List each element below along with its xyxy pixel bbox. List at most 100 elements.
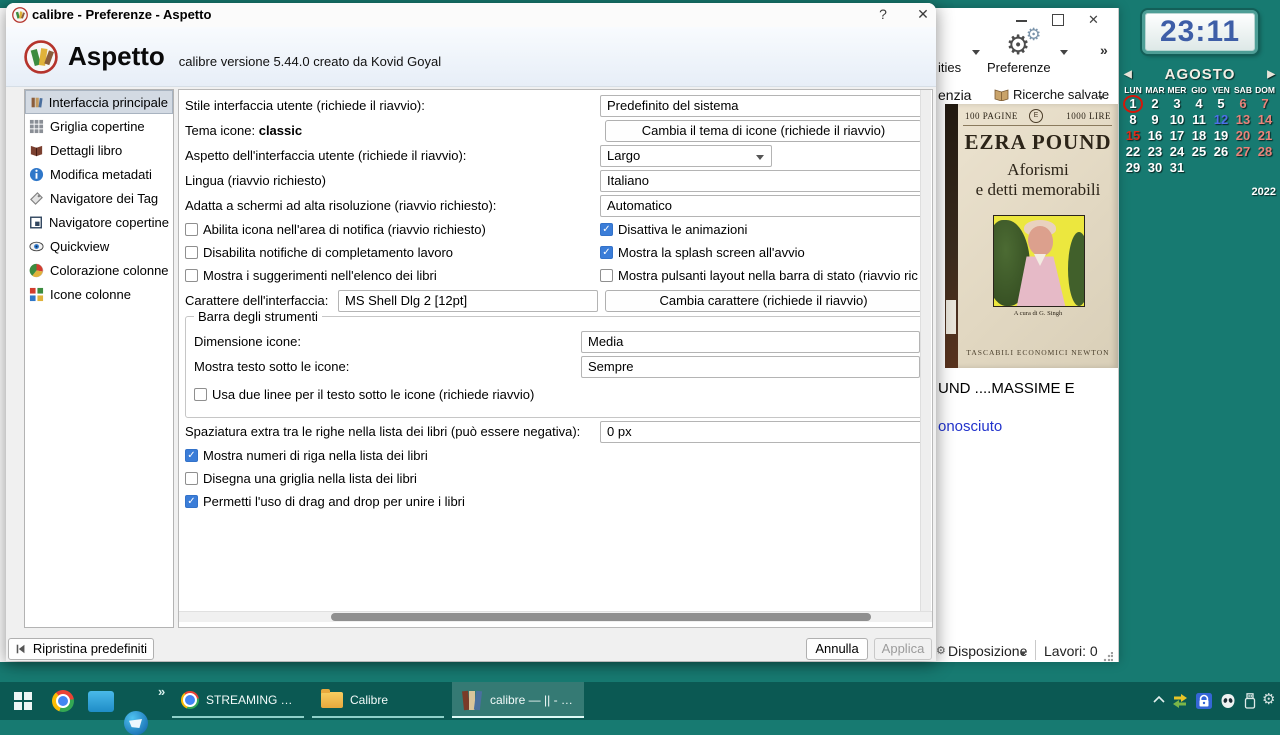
mask-icon[interactable] (1220, 693, 1236, 709)
checkbox-splash-screen[interactable]: ✓ Mostra la splash screen all'avvio (600, 243, 805, 261)
sidebar-item-colorazione-colonne[interactable]: Colorazione colonne (25, 258, 173, 282)
gear-icon[interactable]: ⚙ (1262, 690, 1275, 708)
calendar-prev-icon[interactable]: ◀ (1124, 69, 1133, 80)
calendar-day[interactable]: 17 (1166, 128, 1188, 144)
hidpi-combo[interactable]: Automatico (600, 195, 922, 217)
resize-grip[interactable] (1103, 652, 1113, 662)
sidebar-item-modifica-metadati[interactable]: Modifica metadati (25, 162, 173, 186)
sidebar-item-navigatore-copertine[interactable]: Navigatore copertine (25, 210, 173, 234)
calendar-day[interactable]: 7 (1254, 96, 1276, 112)
language-combo[interactable]: Italiano (600, 170, 922, 192)
taskbar-button-streaming[interactable]: STREAMING TELEL... (172, 682, 304, 718)
calendar-day[interactable]: 14 (1254, 112, 1276, 128)
chevron-down-icon[interactable] (1060, 50, 1068, 55)
calendar-day[interactable]: 24 (1166, 144, 1188, 160)
icon-size-combo[interactable]: Media (581, 331, 920, 353)
calendar-day[interactable]: 10 (1166, 112, 1188, 128)
sidebar-item-quickview[interactable]: Quickview (25, 234, 173, 258)
calendar-day[interactable]: 19 (1210, 128, 1232, 144)
checkbox-systray[interactable]: Abilita icona nell'area di notifica (ria… (185, 220, 486, 238)
chevron-down-icon[interactable] (1020, 652, 1026, 656)
maximize-icon[interactable] (1052, 14, 1064, 26)
ui-style-combo[interactable]: Predefinito del sistema (600, 95, 922, 117)
change-font-button[interactable]: Cambia carattere (richiede il riavvio) (605, 290, 922, 312)
close-button[interactable]: ✕ (912, 6, 934, 23)
calendar-day[interactable]: 23 (1144, 144, 1166, 160)
sidebar-item-interfaccia-principale[interactable]: Interfaccia principale (25, 90, 173, 114)
taskbar-overflow-icon[interactable]: » (158, 684, 165, 699)
calendar-day[interactable]: 20 (1232, 128, 1254, 144)
calendar-day[interactable]: 9 (1144, 112, 1166, 128)
toolbar-overflow-icon[interactable]: » (1100, 42, 1108, 58)
close-icon[interactable]: ✕ (1088, 11, 1099, 29)
chevron-down-icon[interactable] (972, 50, 980, 55)
apply-button[interactable]: Applica (874, 638, 932, 660)
calendar-day[interactable]: 16 (1144, 128, 1166, 144)
calendar-day[interactable]: 31 (1166, 160, 1188, 176)
taskbar-button-calibre-folder[interactable]: Calibre (312, 682, 444, 718)
calendar-day[interactable]: 21 (1254, 128, 1276, 144)
book-details-author-link[interactable]: onosciuto (938, 418, 1002, 435)
calendar-day[interactable]: 3 (1166, 96, 1188, 112)
jobs-indicator[interactable]: Lavori: 0 (1044, 643, 1098, 659)
checkbox-two-lines[interactable]: Usa due linee per il testo sotto le icon… (194, 385, 534, 403)
calendar-day[interactable]: 15 (1122, 128, 1144, 144)
calendar-day[interactable]: 22 (1122, 144, 1144, 160)
scrollbar-thumb[interactable] (331, 613, 871, 621)
calendar-day[interactable]: 11 (1188, 112, 1210, 128)
calendar-day[interactable]: 6 (1232, 96, 1254, 112)
checkbox-disable-animations[interactable]: ✓ Disattiva le animazioni (600, 220, 747, 238)
calendar-day[interactable]: 28 (1254, 144, 1276, 160)
tray-expand-chevron-icon[interactable] (1152, 693, 1166, 707)
chrome-icon[interactable] (52, 690, 74, 712)
sidebar-item-icone-colonne[interactable]: Icone colonne (25, 282, 173, 306)
calendar-day[interactable]: 4 (1188, 96, 1210, 112)
row-spacing-spinbox[interactable]: 0 px (600, 421, 922, 443)
saved-searches-button[interactable]: Ricerche salvate (1013, 87, 1109, 102)
calendar-day[interactable]: 27 (1232, 144, 1254, 160)
text-under-icons-combo[interactable]: Sempre (581, 356, 920, 378)
start-icon[interactable] (14, 692, 32, 710)
calendar-day[interactable]: 12 (1210, 112, 1232, 128)
layout-button[interactable]: Disposizione (948, 643, 1027, 659)
restore-defaults-button[interactable]: Ripristina predefiniti (8, 638, 154, 660)
cancel-button[interactable]: Annulla (806, 638, 868, 660)
sync-arrows-icon[interactable] (1172, 693, 1188, 709)
checkbox-disable-job-notifications[interactable]: Disabilita notifiche di completamento la… (185, 243, 453, 261)
calendar-day[interactable]: 30 (1144, 160, 1166, 176)
calendar-day[interactable]: 13 (1232, 112, 1254, 128)
dialog-titlebar[interactable]: calibre - Preferenze - Aspetto ? ✕ (6, 3, 936, 27)
thunderbird-icon[interactable] (124, 711, 148, 735)
calendar-day[interactable]: 26 (1210, 144, 1232, 160)
toolbar-button-preferences[interactable]: Preferenze (987, 60, 1051, 75)
calendar-day[interactable]: 5 (1210, 96, 1232, 112)
vertical-scrollbar[interactable] (920, 90, 931, 611)
usb-icon[interactable] (1243, 693, 1257, 709)
calendar-day[interactable]: 2 (1144, 96, 1166, 112)
calendar-next-icon[interactable]: ▶ (1267, 69, 1276, 80)
help-button[interactable]: ? (872, 6, 894, 22)
checkbox-drag-drop-merge[interactable]: ✓ Permetti l'uso di drag and drop per uni… (185, 492, 465, 510)
calendar-day[interactable]: 29 (1122, 160, 1144, 176)
checkbox-row-numbers[interactable]: ✓ Mostra numeri di riga nella lista dei l… (185, 446, 428, 464)
checkbox-draw-grid[interactable]: Disegna una griglia nella lista dei libr… (185, 469, 417, 487)
sidebar-item-navigatore-tag[interactable]: Navigatore dei Tag (25, 186, 173, 210)
toolbar-button-label-cut[interactable]: ities (938, 60, 961, 75)
horizontal-scrollbar[interactable] (179, 611, 932, 622)
calendar-day[interactable]: 1 (1122, 96, 1144, 112)
checkbox-layout-buttons[interactable]: Mostra pulsanti layout nella barra di st… (600, 266, 922, 284)
taskbar-button-calibre-app[interactable]: calibre — || - Prova... (452, 682, 584, 718)
checkbox-booklist-tooltips[interactable]: Mostra i suggerimenti nell'elenco dei li… (185, 266, 437, 284)
ui-layout-combo[interactable]: Largo (600, 145, 772, 167)
calendar-day[interactable]: 8 (1122, 112, 1144, 128)
calendar-day[interactable]: 25 (1188, 144, 1210, 160)
minimize-icon[interactable] (1016, 20, 1027, 22)
change-icon-theme-button[interactable]: Cambia il tema di icone (richiede il ria… (605, 120, 922, 142)
interface-font-field[interactable]: MS Shell Dlg 2 [12pt] (338, 290, 598, 312)
lock-icon[interactable] (1196, 693, 1212, 709)
sidebar-item-griglia-copertine[interactable]: Griglia copertine (25, 114, 173, 138)
chevron-down-icon[interactable] (1098, 96, 1104, 100)
blue-window-icon[interactable] (88, 691, 114, 712)
sidebar-item-dettagli-libro[interactable]: Dettagli libro (25, 138, 173, 162)
calendar-day[interactable]: 18 (1188, 128, 1210, 144)
